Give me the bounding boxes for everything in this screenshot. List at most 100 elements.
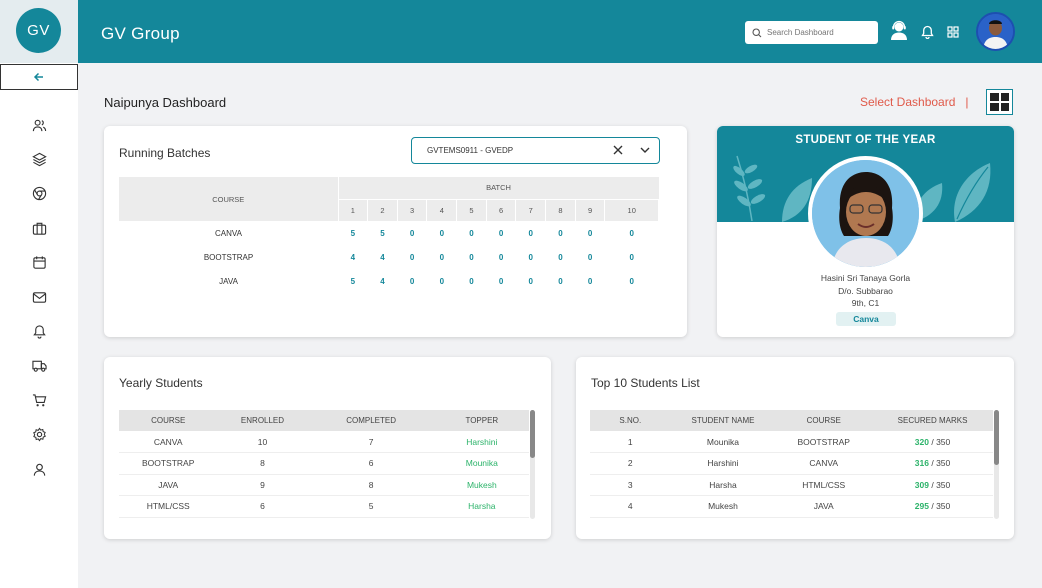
page-title: Naipunya Dashboard (104, 95, 227, 110)
sidebar-item-cart[interactable] (31, 392, 48, 409)
batch-count-cell[interactable]: 0 (605, 245, 659, 269)
user-avatar[interactable] (976, 12, 1015, 51)
batch-count-cell[interactable]: 0 (427, 269, 457, 293)
batch-count-cell[interactable]: 0 (427, 245, 457, 269)
batch-count-cell[interactable]: 0 (397, 221, 427, 245)
batch-number-header: 1 (338, 199, 369, 221)
batch-count-cell[interactable]: 0 (516, 269, 546, 293)
batch-number-header: 5 (456, 199, 487, 221)
table-row: 2 Harshini CANVA 316 / 350 (590, 452, 993, 475)
sidebar-item-users[interactable] (31, 117, 48, 134)
batch-count-cell[interactable]: 0 (605, 221, 659, 245)
sidebar-item-bell[interactable] (31, 323, 48, 340)
batch-count-cell[interactable]: 0 (486, 221, 516, 245)
completed-cell: 6 (307, 452, 435, 475)
student-name-cell: Mounika (670, 431, 776, 453)
scrollbar-thumb[interactable] (530, 410, 535, 458)
enrolled-cell: 6 (217, 495, 308, 518)
clear-icon[interactable] (611, 143, 625, 157)
batch-count-cell[interactable]: 0 (546, 269, 576, 293)
sno-cell: 3 (590, 474, 671, 496)
batch-count-cell[interactable]: 0 (605, 269, 659, 293)
sidebar-item-layers[interactable] (31, 151, 48, 168)
batch-count-cell[interactable]: 0 (427, 221, 457, 245)
completed-cell: 8 (307, 474, 435, 496)
column-header: TOPPER (434, 410, 529, 431)
topper-cell: Harshini (434, 431, 529, 453)
sno-cell: 4 (590, 495, 671, 518)
support-agent-icon[interactable] (888, 19, 910, 41)
search-box[interactable] (745, 21, 878, 44)
back-button[interactable] (0, 64, 78, 90)
batch-count-cell[interactable]: 5 (368, 221, 398, 245)
course-cell: BOOTSTRAP (119, 452, 218, 475)
chrome-icon (32, 186, 47, 201)
batch-count-cell[interactable]: 0 (397, 269, 427, 293)
scrollbar[interactable] (530, 410, 535, 519)
batch-count-cell[interactable]: 5 (338, 221, 368, 245)
top-students-card: Top 10 Students List S.NO. STUDENT NAME CO… (576, 357, 1014, 539)
sidebar-item-truck[interactable] (31, 357, 48, 374)
scrollbar-thumb[interactable] (994, 410, 999, 465)
batch-count-cell[interactable]: 0 (575, 221, 605, 245)
column-header: COURSE (775, 410, 873, 431)
student-of-year-title: STUDENT OF THE YEAR (795, 134, 936, 146)
search-input[interactable] (767, 28, 867, 37)
batch-number-header: 4 (426, 199, 458, 221)
logo[interactable]: GV (16, 8, 61, 53)
student-name-cell: Harshini (670, 452, 776, 475)
table-row: 4 Mukesh JAVA 295 / 350 (590, 495, 993, 518)
batch-number-header: 9 (575, 199, 606, 221)
student-of-year-card: STUDENT OF THE YEAR Hasini Sri Tanaya Go… (717, 126, 1014, 337)
sidebar-item-mail[interactable] (31, 289, 48, 306)
student-class: 9th, C1 (851, 298, 880, 308)
batch-count-cell[interactable]: 4 (338, 245, 368, 269)
notification-bell-icon[interactable] (921, 25, 934, 39)
sidebar-item-settings[interactable] (31, 426, 48, 443)
batch-count-cell[interactable]: 0 (516, 221, 546, 245)
batch-count-cell[interactable]: 0 (575, 269, 605, 293)
sidebar-item-chrome[interactable] (31, 185, 48, 202)
apps-grid-icon[interactable] (947, 26, 959, 38)
batch-number-header: 2 (367, 199, 398, 221)
secured-marks: 316 (914, 458, 929, 469)
course-header: COURSE (119, 177, 339, 221)
sidebar-item-briefcase[interactable] (31, 220, 48, 237)
batch-count-cell[interactable]: 0 (457, 269, 487, 293)
batch-count-cell[interactable]: 4 (368, 269, 398, 293)
batch-count-cell[interactable]: 0 (457, 245, 487, 269)
batch-count-cell[interactable]: 0 (397, 245, 427, 269)
running-batches-title: Running Batches (119, 146, 211, 160)
layers-icon (32, 152, 47, 167)
total-marks: / 350 (928, 479, 951, 490)
select-dashboard-link[interactable]: Select Dashboard | (860, 95, 969, 109)
batch-count-cell[interactable]: 0 (516, 245, 546, 269)
column-header: COMPLETED (307, 410, 435, 431)
course-cell: HTML/CSS (775, 474, 873, 496)
batch-count-cell[interactable]: 0 (457, 221, 487, 245)
scrollbar[interactable] (994, 410, 999, 519)
batch-select[interactable]: GVTEMS0911 - GVEDP (411, 137, 660, 164)
student-name: Hasini Sri Tanaya Gorla (820, 273, 911, 283)
enrolled-cell: 9 (217, 474, 308, 496)
batch-count-cell[interactable]: 0 (486, 245, 516, 269)
batch-count-cell[interactable]: 0 (486, 269, 516, 293)
batch-count-cell[interactable]: 0 (546, 221, 576, 245)
dashboard-layout-icon[interactable] (986, 89, 1013, 115)
table-row: 1 Mounika BOOTSTRAP 320 / 350 (590, 431, 993, 453)
batch-count-cell[interactable]: 4 (368, 245, 398, 269)
select-dashboard-label[interactable]: Select Dashboard (860, 95, 955, 109)
sidebar-item-user[interactable] (31, 461, 48, 478)
batch-count-cell[interactable]: 0 (575, 245, 605, 269)
table-row: BOOTSTRAP 4 4 0 0 0 0 0 0 0 0 (119, 245, 659, 269)
chevron-down-icon[interactable] (639, 144, 651, 156)
top-students-title: Top 10 Students List (591, 376, 700, 390)
course-cell: JAVA (119, 474, 218, 496)
batch-count-cell[interactable]: 5 (338, 269, 368, 293)
mail-icon (32, 292, 47, 303)
batch-select-value: GVTEMS0911 - GVEDP (427, 146, 514, 155)
total-marks: / 350 (928, 501, 951, 512)
batch-count-cell[interactable]: 0 (546, 245, 576, 269)
sidebar-item-calendar[interactable] (31, 254, 48, 271)
course-cell: JAVA (219, 276, 238, 286)
